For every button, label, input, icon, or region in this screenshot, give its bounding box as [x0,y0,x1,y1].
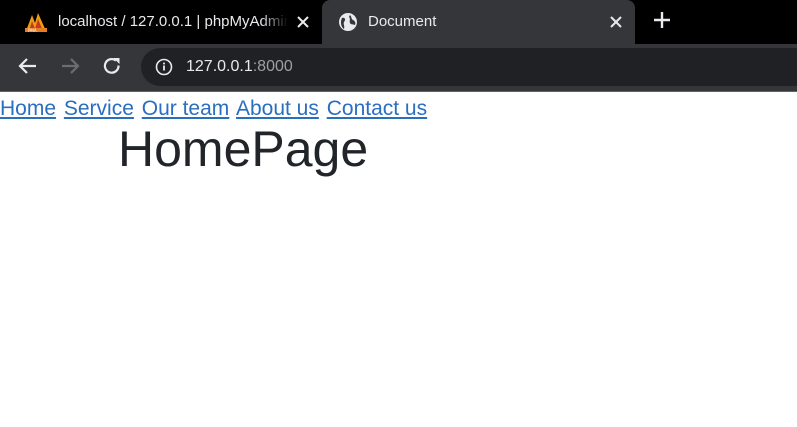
tab-title: localhost / 127.0.0.1 | phpMyAdmin [58,13,288,30]
page-content: Home Service Our team About us Contact u… [0,92,797,177]
nav-link-contact-us[interactable]: Contact us [327,97,427,120]
close-icon[interactable] [294,13,312,31]
tab-strip: PMA localhost / 127.0.0.1 | phpMyAdmin D… [0,0,797,44]
url-text: 127.0.0.1:8000 [186,57,293,77]
page-title: HomePage [118,121,369,177]
phpmyadmin-icon: PMA [24,11,48,33]
close-icon[interactable] [607,13,625,31]
svg-text:PMA: PMA [28,28,37,33]
forward-button[interactable] [58,56,82,80]
back-button[interactable] [16,56,40,80]
plus-icon [653,11,671,34]
url-host: 127.0.0.1 [186,58,253,75]
globe-icon [338,12,358,32]
nav-link-our-team[interactable]: Our team [142,97,230,120]
arrow-left-icon [18,56,38,81]
nav-link-home[interactable]: Home [0,97,56,120]
info-icon[interactable] [155,58,173,76]
reload-icon [102,56,122,81]
browser-toolbar: 127.0.0.1:8000 [0,44,797,91]
url-port: :8000 [252,58,293,75]
arrow-right-icon [60,56,80,81]
address-bar[interactable]: 127.0.0.1:8000 [141,48,797,86]
nav-link-about-us[interactable]: About us [236,97,319,120]
nav-link-service[interactable]: Service [64,97,134,120]
tab-phpmyadmin[interactable]: PMA localhost / 127.0.0.1 | phpMyAdmin [0,0,322,44]
new-tab-button[interactable] [650,10,674,34]
reload-button[interactable] [100,56,124,80]
site-nav: Home Service Our team About us Contact u… [0,92,797,121]
tab-document[interactable]: Document [322,0,635,44]
tab-title: Document [368,13,437,30]
